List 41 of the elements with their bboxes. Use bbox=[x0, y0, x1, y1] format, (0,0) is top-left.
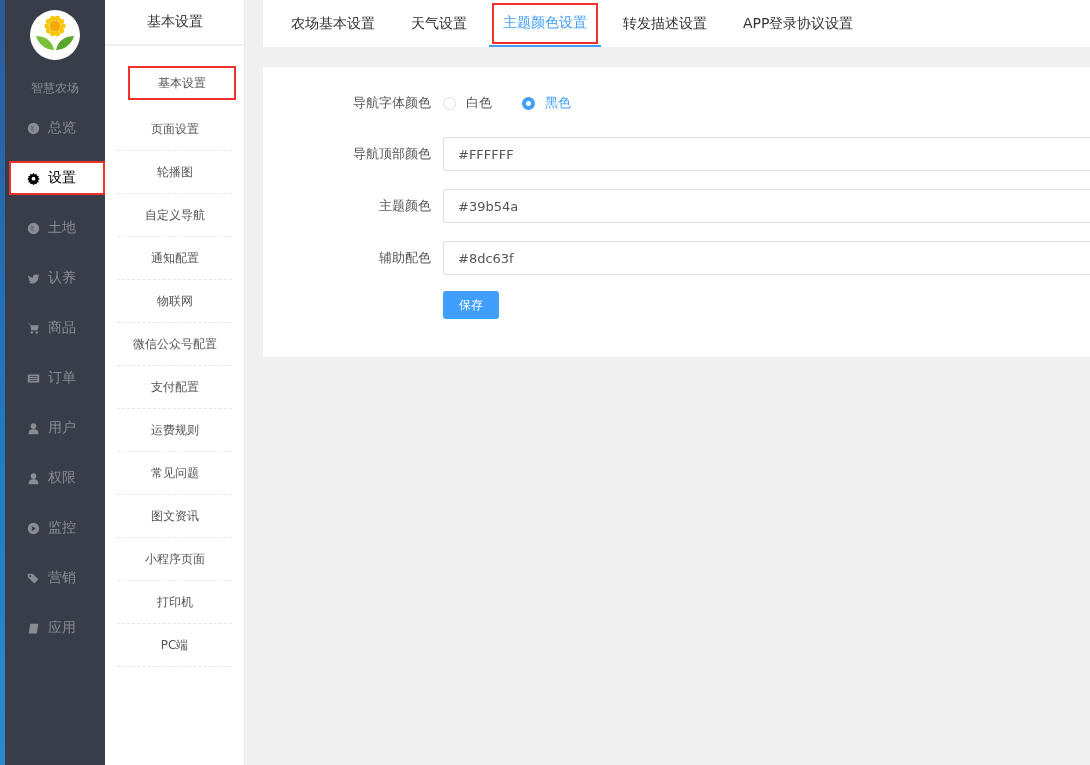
submenu-item[interactable]: 自定义导航 bbox=[117, 194, 232, 237]
globe-icon bbox=[27, 121, 40, 135]
tab[interactable]: 农场基本设置 bbox=[277, 0, 389, 47]
submenu-title: 基本设置 bbox=[105, 0, 244, 46]
book-icon bbox=[27, 621, 40, 635]
radio-label: 白色 bbox=[466, 94, 492, 112]
user-icon bbox=[27, 421, 40, 435]
submenu-item[interactable]: 图文资讯 bbox=[117, 495, 232, 538]
submenu-item[interactable]: 常见问题 bbox=[117, 452, 232, 495]
field-label: 辅助配色 bbox=[378, 249, 432, 267]
tab[interactable]: 天气设置 bbox=[397, 0, 481, 47]
gear-icon bbox=[27, 171, 40, 185]
brand-name: 智慧农场 bbox=[30, 80, 80, 97]
radio-label: 黑色 bbox=[545, 94, 571, 112]
submenu-item[interactable]: 通知配置 bbox=[117, 237, 232, 280]
submenu-item[interactable]: 打印机 bbox=[117, 581, 232, 624]
submenu-item[interactable]: 小程序页面 bbox=[117, 538, 232, 581]
play-icon bbox=[27, 521, 40, 535]
submenu-item[interactable]: PC端 bbox=[117, 624, 232, 667]
submenu-item[interactable]: 支付配置 bbox=[117, 366, 232, 409]
tab[interactable]: 转发描述设置 bbox=[609, 0, 721, 47]
submenu-item[interactable]: 基本设置 bbox=[128, 66, 236, 100]
color-input-field[interactable]: #39b54a bbox=[443, 189, 1090, 223]
color-input-field[interactable]: #8dc63f bbox=[443, 241, 1090, 275]
radio-option[interactable]: 白色 bbox=[443, 94, 492, 112]
sidebar-item[interactable]: 设置 bbox=[9, 161, 105, 195]
color-input-field[interactable]: #FFFFFF bbox=[443, 137, 1090, 171]
tab[interactable]: APP登录协议设置 bbox=[729, 0, 868, 47]
submenu-item[interactable]: 运费规则 bbox=[117, 409, 232, 452]
sunflower-logo-icon bbox=[30, 10, 80, 60]
globe-icon bbox=[27, 221, 40, 235]
field-label: 主题颜色 bbox=[378, 197, 432, 215]
list-icon bbox=[27, 371, 40, 385]
submenu-item[interactable]: 微信公众号配置 bbox=[117, 323, 232, 366]
submenu-item[interactable]: 轮播图 bbox=[117, 151, 232, 194]
submenu-item[interactable]: 页面设置 bbox=[117, 108, 232, 151]
tag-icon bbox=[27, 571, 40, 585]
field-label: 导航顶部颜色 bbox=[352, 145, 432, 163]
submenu-item[interactable]: 物联网 bbox=[117, 280, 232, 323]
user-icon bbox=[27, 471, 40, 485]
field-label: 导航字体颜色 bbox=[352, 94, 432, 112]
